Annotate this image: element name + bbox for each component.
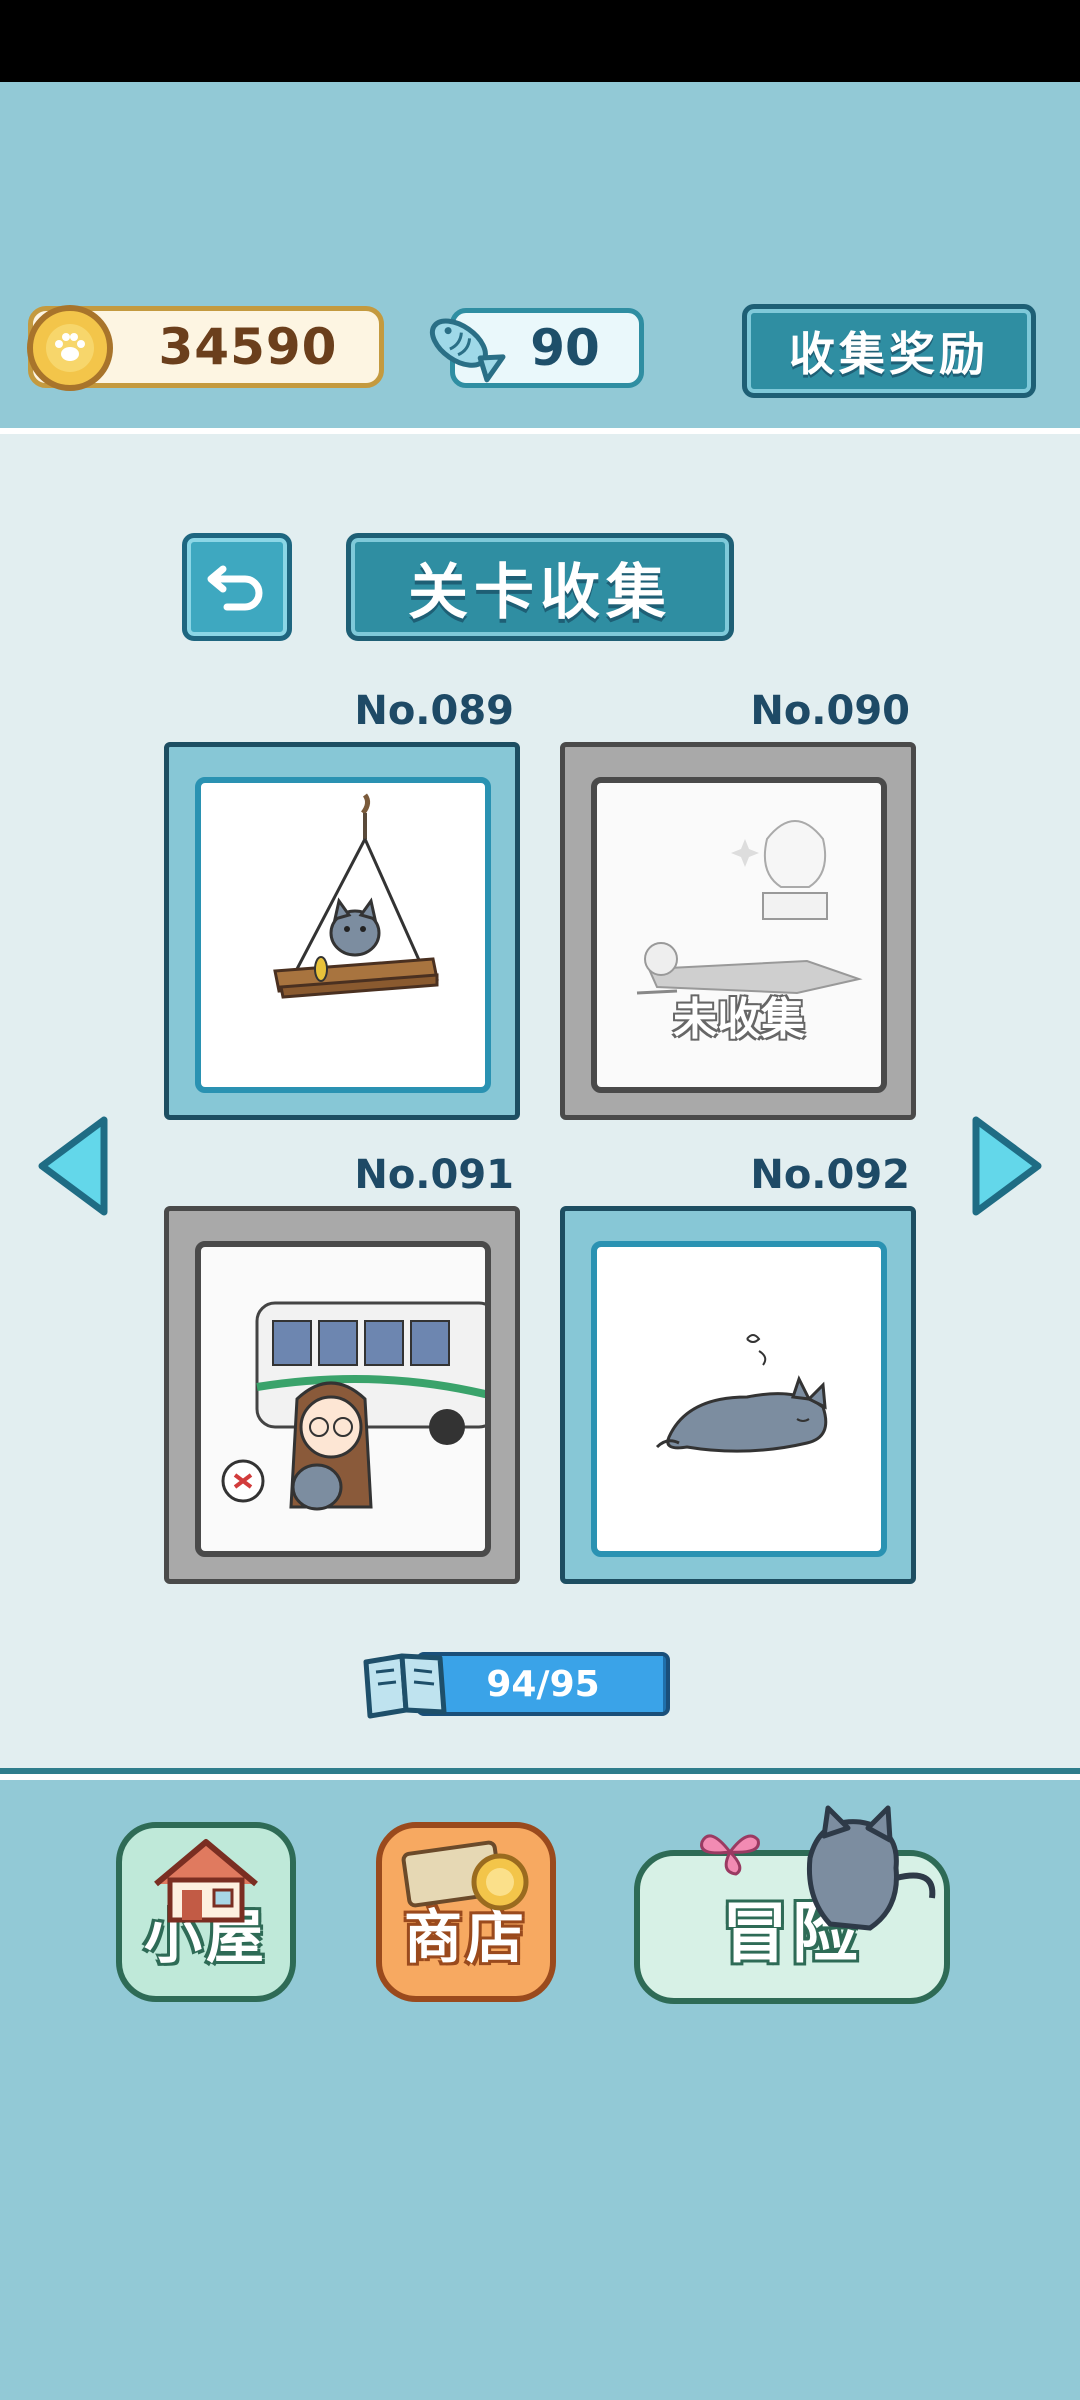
next-page-arrow[interactable] <box>966 1110 1048 1222</box>
card-image-frame <box>195 1241 491 1557</box>
page-title: 关卡收集 <box>346 533 734 641</box>
card-image-frame: 未收集 <box>591 777 887 1093</box>
card-number: No.092 <box>750 1152 910 1198</box>
sleeping-cat-illustration <box>655 1334 828 1453</box>
card-number: No.090 <box>750 688 910 734</box>
back-button[interactable] <box>182 533 292 641</box>
not-collected-label: 未收集 <box>673 994 805 1045</box>
nav-shop-button[interactable]: 商店 <box>376 1822 556 2002</box>
status-bar <box>0 0 1080 82</box>
nav-adventure-button[interactable]: 冒险 <box>634 1805 950 2004</box>
level-card-091[interactable] <box>164 1206 520 1584</box>
fish-icon <box>418 298 508 394</box>
coin-counter: 34590 <box>27 305 384 391</box>
house-icon <box>154 1839 258 1923</box>
jumping-cat-icon <box>806 1805 936 1931</box>
card-image-frame <box>591 1241 887 1557</box>
collection-progress: 94/95 <box>356 1648 672 1722</box>
undo-arrow-icon <box>207 565 263 611</box>
collection-reward-button[interactable]: 收集奖励 <box>742 304 1036 398</box>
paw-coin-icon <box>27 305 113 391</box>
coin-value: 34590 <box>158 318 338 376</box>
book-icon <box>363 1653 447 1719</box>
butterfly-icon <box>700 1834 760 1876</box>
level-card-092[interactable] <box>560 1206 916 1584</box>
crane-cat-illustration <box>273 793 439 999</box>
previous-page-arrow[interactable] <box>32 1110 114 1222</box>
fish-value: 90 <box>530 319 600 377</box>
progress-text: 94/95 <box>486 1663 600 1705</box>
level-card-089[interactable] <box>164 742 520 1120</box>
card-number: No.091 <box>354 1152 514 1198</box>
money-coin-icon <box>401 1840 529 1911</box>
nav-house-button[interactable]: 小屋 <box>116 1822 296 2002</box>
card-image-frame <box>195 777 491 1093</box>
level-card-090[interactable]: 未收集 <box>560 742 916 1120</box>
bus-girl-illustration <box>221 1301 485 1511</box>
card-number: No.089 <box>354 688 514 734</box>
